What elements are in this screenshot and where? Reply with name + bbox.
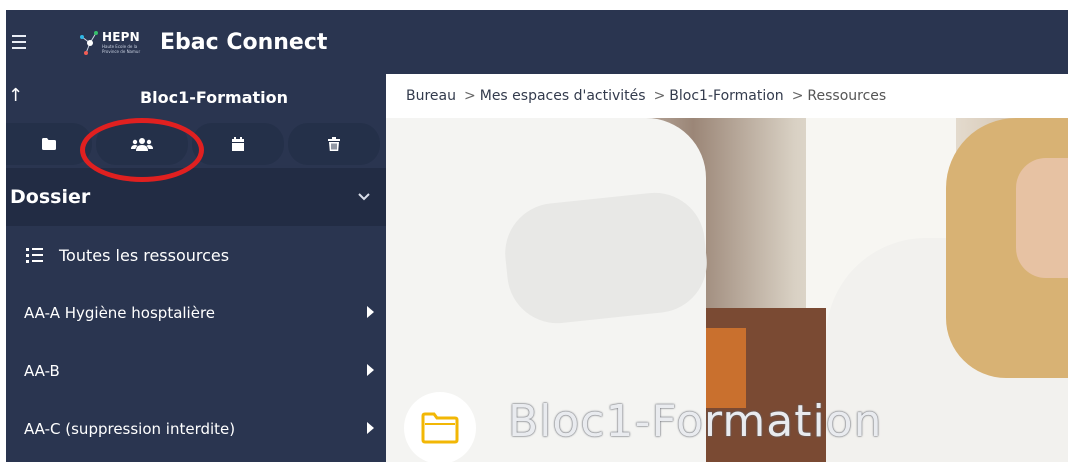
- tool-calendar-button[interactable]: [192, 123, 284, 165]
- list-icon: [26, 247, 43, 263]
- logo-text: HEPN: [102, 29, 140, 44]
- sidebar: ↑ Bloc1-Formation Dossier Toutes les res…: [6, 74, 386, 462]
- breadcrumb-item-espaces[interactable]: Mes espaces d'activités: [480, 88, 646, 104]
- breadcrumb-item-bloc1[interactable]: Bloc1-Formation: [669, 88, 783, 104]
- sidebar-item-label: AA-B: [24, 362, 60, 380]
- sidebar-header: ↑ Bloc1-Formation: [6, 74, 386, 120]
- sidebar-item-label: AA-A Hygiène hosptalière: [24, 304, 216, 322]
- sidebar-item-aa-c[interactable]: AA-C (suppression interdite): [6, 400, 386, 458]
- sidebar-item-label: Toutes les ressources: [59, 245, 230, 265]
- chevron-down-icon: [358, 190, 370, 204]
- trash-icon: [328, 137, 340, 151]
- tool-folder-button[interactable]: [6, 123, 92, 165]
- logo-molecule-icon: [80, 31, 98, 55]
- caret-right-icon: [367, 306, 374, 318]
- hamburger-menu-icon[interactable]: [12, 35, 40, 49]
- breadcrumb-separator: >: [464, 88, 476, 104]
- tool-trash-button[interactable]: [288, 123, 380, 165]
- top-bar: HEPN Haute Ecole de la Province de Namur…: [6, 10, 1068, 74]
- users-icon: [131, 138, 153, 151]
- sidebar-title: Bloc1-Formation: [139, 87, 289, 107]
- breadcrumb-item-bureau[interactable]: Bureau: [406, 88, 456, 104]
- breadcrumb-item-current: Ressources: [807, 88, 887, 104]
- dossier-dropdown[interactable]: Dossier: [6, 168, 386, 226]
- calendar-icon: [232, 137, 244, 151]
- hero-title: Bloc1-Formation: [508, 396, 883, 447]
- sidebar-item-aa-b[interactable]: AA-B: [6, 342, 386, 400]
- logo-subtext: Haute Ecole de la Province de Namur: [102, 43, 141, 54]
- breadcrumb-separator: >: [791, 88, 804, 104]
- folder-outline-icon: [421, 412, 459, 444]
- caret-right-icon: [367, 364, 374, 376]
- sidebar-toolbar: [6, 118, 386, 182]
- breadcrumb-separator: >: [653, 88, 666, 104]
- caret-right-icon: [367, 422, 374, 434]
- sidebar-item-label: AA-C (suppression interdite): [24, 420, 236, 438]
- tool-users-button[interactable]: [96, 123, 188, 165]
- breadcrumb: Bureau > Mes espaces d'activités > Bloc1-For…: [406, 88, 890, 104]
- sidebar-item-all-resources[interactable]: Toutes les ressources: [6, 226, 386, 284]
- sidebar-item-aa-a[interactable]: AA-A Hygiène hosptalière: [6, 284, 386, 342]
- app-title[interactable]: Ebac Connect: [160, 30, 327, 55]
- folder-icon: [42, 138, 56, 150]
- dossier-label: Dossier: [10, 186, 91, 208]
- back-arrow-icon[interactable]: ↑: [8, 85, 23, 106]
- hepn-logo[interactable]: HEPN Haute Ecole de la Province de Namur: [78, 22, 146, 62]
- folder-badge: [404, 392, 476, 462]
